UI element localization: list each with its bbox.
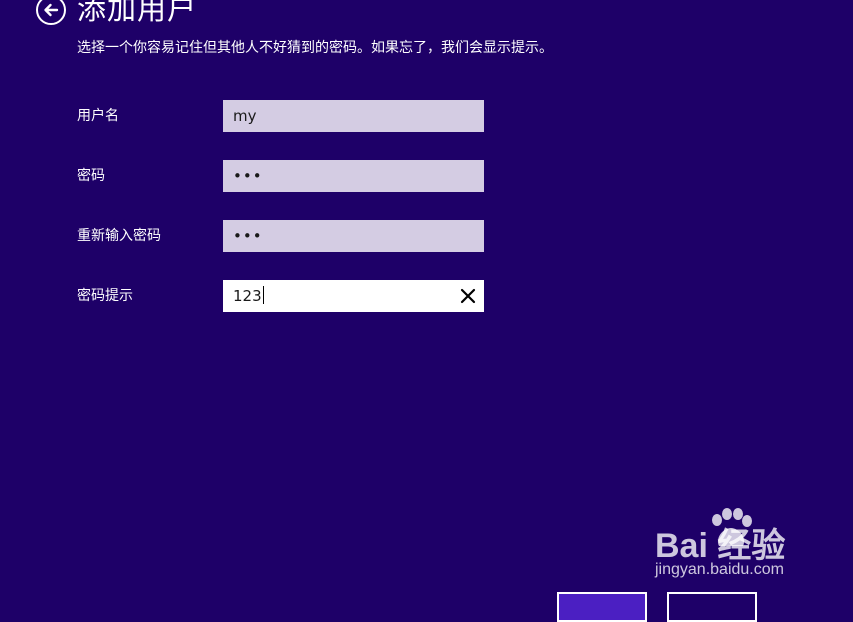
password-label: 密码 xyxy=(77,168,105,184)
password-hint-input[interactable]: 123 xyxy=(223,280,484,312)
page-subtitle: 选择一个你容易记住但其他人不好猜到的密码。如果忘了，我们会显示提示。 xyxy=(77,40,553,56)
password-hint-label: 密码提示 xyxy=(77,288,133,304)
username-input[interactable]: my xyxy=(223,100,484,132)
confirm-password-label: 重新输入密码 xyxy=(77,228,161,244)
page-title: 添加用户 xyxy=(77,0,198,26)
password-row: 密码 ••• xyxy=(0,160,853,192)
password-hint-value: 123 xyxy=(233,287,262,305)
username-row: 用户名 my xyxy=(0,100,853,132)
arrow-left-icon xyxy=(44,3,59,17)
text-caret xyxy=(262,286,264,304)
next-button[interactable] xyxy=(557,592,647,622)
password-input[interactable]: ••• xyxy=(223,160,484,192)
cancel-button[interactable] xyxy=(667,592,757,622)
confirm-password-row: 重新输入密码 ••• xyxy=(0,220,853,252)
clear-icon[interactable] xyxy=(459,287,477,305)
baidu-jingyan-watermark: Bai 经验 jingyan.baidu.com xyxy=(655,508,815,588)
password-hint-row: 密码提示 123 xyxy=(0,280,853,312)
confirm-password-input[interactable]: ••• xyxy=(223,220,484,252)
username-label: 用户名 xyxy=(77,108,119,124)
watermark-url: jingyan.baidu.com xyxy=(655,561,784,578)
back-button[interactable] xyxy=(36,0,66,25)
